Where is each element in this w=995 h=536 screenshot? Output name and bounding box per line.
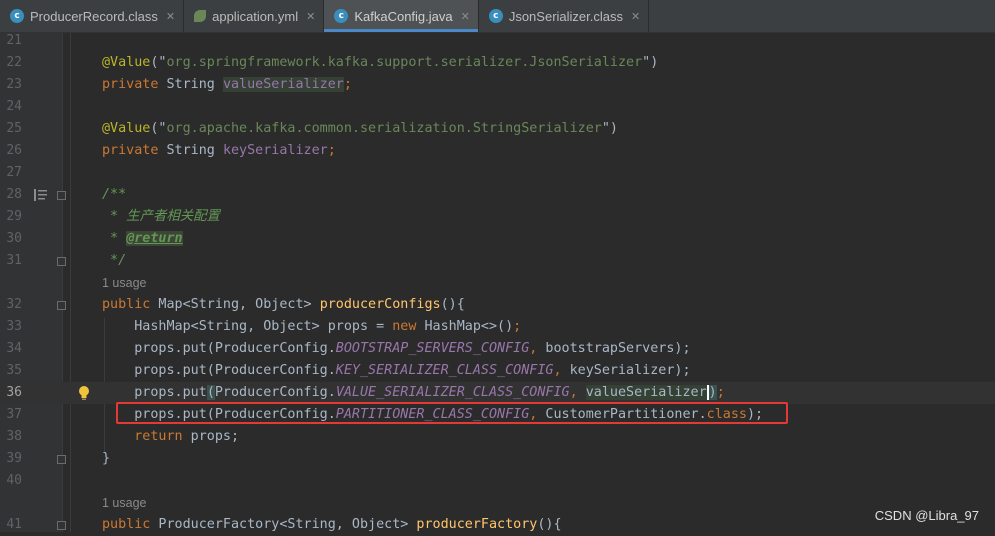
tab-json-serializer[interactable]: c JsonSerializer.class ✕ (479, 0, 650, 32)
code-line: 30 * @return (0, 228, 995, 250)
code-text: private String valueSerializer; (102, 77, 352, 92)
code-text: * @return (102, 231, 183, 246)
code-line: 31 */ (0, 250, 995, 272)
code-text: public ProducerFactory<String, Object> p… (102, 517, 562, 532)
line-number: 21 (6, 33, 22, 48)
tab-label: application.yml (212, 8, 299, 24)
code-line: 21 (0, 30, 995, 52)
code-text: @Value("org.apache.kafka.common.serializ… (102, 121, 618, 136)
line-number: 24 (6, 99, 22, 114)
fold-icon[interactable] (57, 191, 66, 200)
tab-producer-record[interactable]: c ProducerRecord.class ✕ (0, 0, 185, 32)
code-line-current: 36 props.put(ProducerConfig.VALUE_SERIAL… (0, 382, 995, 404)
code-line: 26 private String keySerializer; (0, 140, 995, 162)
line-number: 30 (6, 231, 22, 246)
close-icon[interactable]: ✕ (631, 10, 640, 23)
code-text: return props; (102, 429, 240, 444)
code-line: 40 (0, 470, 995, 492)
close-icon[interactable]: ✕ (461, 10, 470, 23)
line-number: 26 (6, 143, 22, 158)
line-number: 37 (6, 407, 22, 422)
code-text: */ (102, 253, 127, 268)
usage-hint[interactable]: 1 usage (102, 272, 146, 294)
code-text: public Map<String, Object> producerConfi… (102, 297, 465, 312)
code-line: 32 public Map<String, Object> producerCo… (0, 294, 995, 316)
tab-label: KafkaConfig.java (354, 8, 453, 24)
line-number: 38 (6, 429, 22, 444)
usage-hint-row: 1 usage (0, 492, 995, 514)
line-number: 22 (6, 55, 22, 70)
tab-label: ProducerRecord.class (30, 8, 158, 24)
class-file-icon: c (10, 9, 24, 23)
java-class-icon: c (334, 9, 349, 23)
code-text: private String keySerializer; (102, 143, 336, 158)
code-line: 35 props.put(ProducerConfig.KEY_SERIALIZ… (0, 360, 995, 382)
line-number: 35 (6, 363, 22, 378)
tab-label: JsonSerializer.class (508, 8, 623, 24)
line-number: 28 (6, 187, 22, 202)
spring-yml-icon (194, 10, 207, 22)
code-line: 39 } (0, 448, 995, 470)
code-line: 41 public ProducerFactory<String, Object… (0, 514, 995, 536)
fold-icon[interactable] (57, 301, 66, 310)
code-text: props.put(ProducerConfig.VALUE_SERIALIZE… (102, 385, 725, 400)
code-line: 22 @Value("org.springframework.kafka.sup… (0, 52, 995, 74)
code-line: 29 * 生产者相关配置 (0, 206, 995, 228)
editor-tab-bar: c ProducerRecord.class ✕ application.yml… (0, 0, 995, 33)
line-number: 39 (6, 451, 22, 466)
line-number: 23 (6, 77, 22, 92)
code-text: @Value("org.springframework.kafka.suppor… (102, 55, 659, 70)
code-line: 23 private String valueSerializer; (0, 74, 995, 96)
code-text: } (102, 451, 111, 466)
code-line: 25 @Value("org.apache.kafka.common.seria… (0, 118, 995, 140)
code-text: HashMap<String, Object> props = new Hash… (102, 319, 522, 334)
usage-hint[interactable]: 1 usage (102, 492, 146, 514)
line-number: 27 (6, 165, 22, 180)
close-icon[interactable]: ✕ (306, 10, 315, 23)
watermark: CSDN @Libra_97 (874, 508, 979, 523)
code-text: /** (102, 187, 127, 202)
code-line: 27 (0, 162, 995, 184)
highlight-annotation-box (116, 402, 788, 424)
code-line: 34 props.put(ProducerConfig.BOOTSTRAP_SE… (0, 338, 995, 360)
line-number: 40 (6, 473, 22, 488)
line-number: 33 (6, 319, 22, 334)
code-line: 33 HashMap<String, Object> props = new H… (0, 316, 995, 338)
close-icon[interactable]: ✕ (166, 10, 175, 23)
line-number: 29 (6, 209, 22, 224)
line-number: 25 (6, 121, 22, 136)
class-file-icon: c (488, 9, 503, 23)
code-line: 38 return props; (0, 426, 995, 448)
code-text: props.put(ProducerConfig.KEY_SERIALIZER_… (102, 363, 691, 378)
line-number: 32 (6, 297, 22, 312)
line-number: 36 (6, 385, 22, 400)
line-number: 41 (6, 517, 22, 532)
code-line: 24 (0, 96, 995, 118)
usage-hint-row: 1 usage (0, 272, 995, 294)
fold-icon[interactable] (57, 455, 66, 464)
code-text: * 生产者相关配置 (102, 209, 220, 224)
fold-icon[interactable] (57, 521, 66, 530)
code-text: props.put(ProducerConfig.BOOTSTRAP_SERVE… (102, 341, 691, 356)
fold-icon[interactable] (57, 257, 66, 266)
tab-application-yml[interactable]: application.yml ✕ (184, 0, 325, 32)
lightbulb-icon[interactable] (78, 386, 90, 400)
line-number: 34 (6, 341, 22, 356)
line-number: 31 (6, 253, 22, 268)
tab-kafka-config[interactable]: c KafkaConfig.java ✕ (324, 0, 479, 32)
rendered-doc-toggle-icon[interactable] (34, 189, 47, 201)
code-line: 28 /** (0, 184, 995, 206)
